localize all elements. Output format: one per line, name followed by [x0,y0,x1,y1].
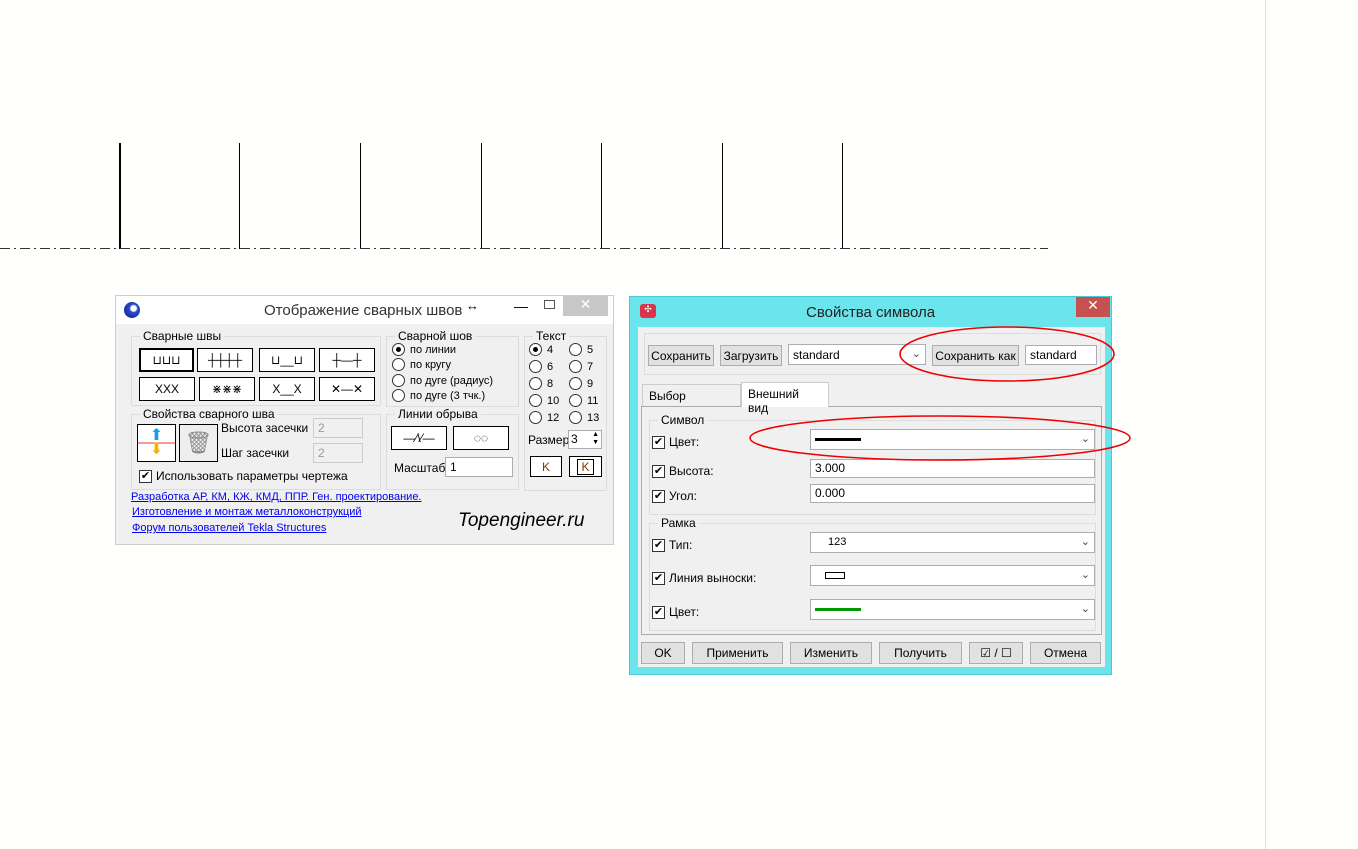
annotation-ellipse [749,415,1131,461]
tab-appearance[interactable]: Внешний вид [741,382,829,415]
red-annotation-marks [749,326,1131,461]
annotation-ellipse [899,326,1115,382]
